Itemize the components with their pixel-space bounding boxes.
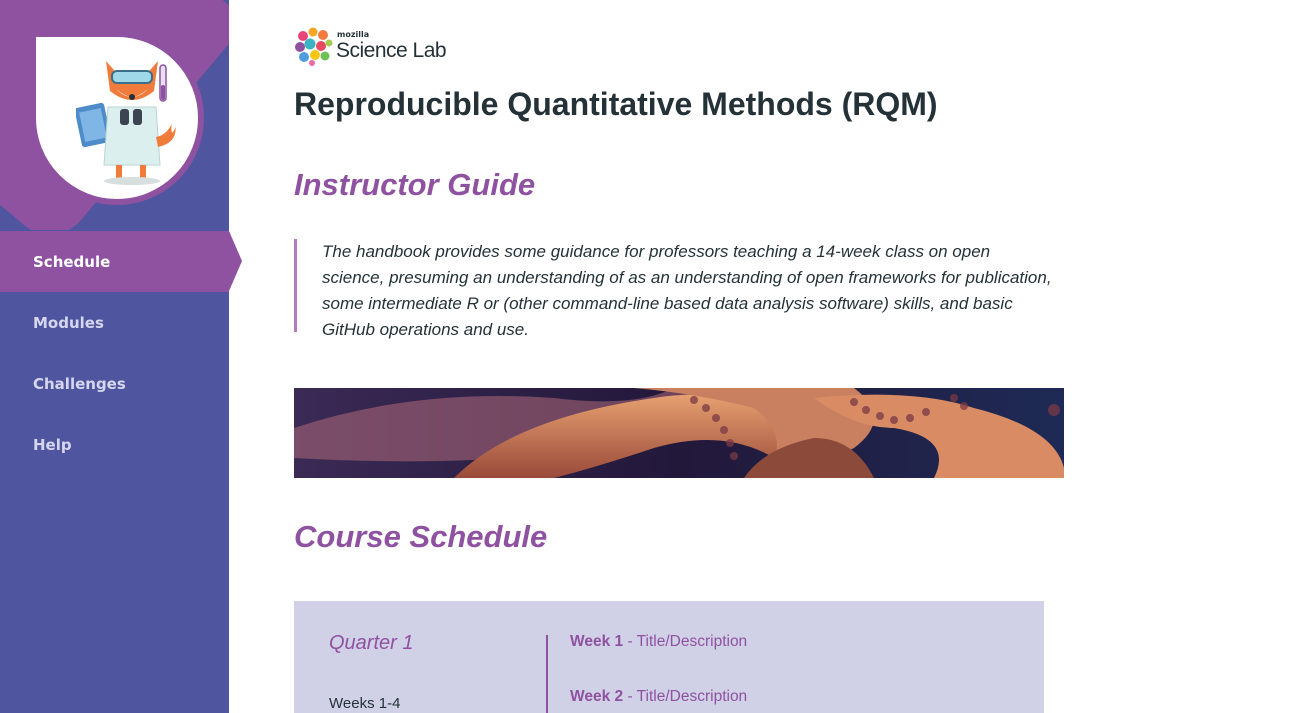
- octopus-illustration: [294, 388, 1064, 478]
- science-lab-logo-icon: [295, 27, 333, 66]
- week-description: - Title/Description: [623, 688, 748, 705]
- sidebar-item-schedule[interactable]: Schedule: [0, 231, 242, 292]
- schedule-divider: [546, 635, 548, 713]
- fox-scientist-icon: [76, 61, 176, 185]
- octopus-banner-image: [294, 388, 1064, 478]
- science-lab-logo[interactable]: mozilla Science Lab: [294, 26, 447, 66]
- sidebar-item-challenges[interactable]: Challenges: [0, 353, 229, 414]
- instructor-guide-heading: Instructor Guide: [294, 167, 536, 202]
- intro-quote: The handbook provides some guidance for …: [294, 239, 1054, 339]
- week-label: Week 2: [570, 688, 624, 705]
- weeks-range-label: Weeks 1-4: [329, 695, 401, 712]
- sidebar-item-label: Challenges: [33, 374, 126, 393]
- week-label: Week 1: [570, 633, 624, 650]
- sidebar-item-label: Schedule: [33, 252, 111, 271]
- week-2-link[interactable]: Week 2 - Title/Description: [570, 688, 747, 706]
- sidebar-item-label: Help: [33, 435, 72, 454]
- sidebar-nav: Schedule Modules Challenges Help: [0, 231, 242, 475]
- week-description: - Title/Description: [623, 633, 748, 650]
- brand-name: Science Lab: [336, 39, 447, 62]
- sidebar: Schedule Modules Challenges Help: [0, 0, 242, 713]
- sidebar-item-help[interactable]: Help: [0, 414, 229, 475]
- sidebar-item-label: Modules: [33, 313, 104, 332]
- quarter-label: Quarter 1: [329, 632, 414, 654]
- mascot-badge[interactable]: [30, 31, 204, 205]
- course-schedule-heading: Course Schedule: [294, 519, 548, 554]
- sidebar-header: [0, 0, 229, 230]
- brand-small: mozilla: [337, 30, 370, 39]
- page-title: Reproducible Quantitative Methods (RQM): [294, 86, 938, 122]
- schedule-table: Quarter 1 Weeks 1-4 Week 1 - Title/Descr…: [294, 601, 1044, 713]
- week-1-link[interactable]: Week 1 - Title/Description: [570, 633, 747, 651]
- sidebar-item-modules[interactable]: Modules: [0, 292, 229, 353]
